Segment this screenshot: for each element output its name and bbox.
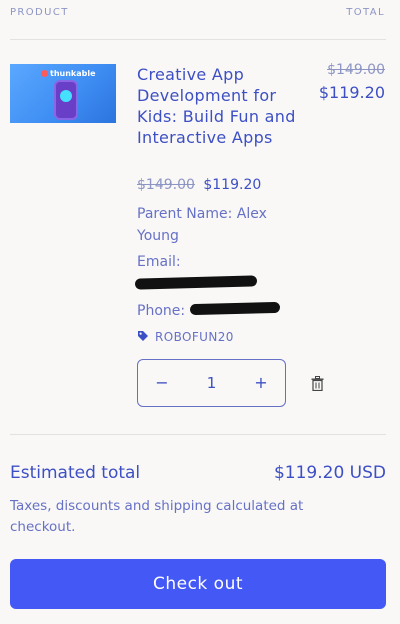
discount-badge: ROBOFUN20 [137, 330, 234, 344]
discount-code: ROBOFUN20 [155, 330, 234, 344]
product-column-label: PRODUCT [10, 7, 69, 18]
total-column-label: TOTAL [346, 7, 385, 18]
email-property: Email: [137, 254, 181, 270]
phone-illustration-icon [56, 82, 76, 118]
thumbnail-logo-text: thunkable [50, 69, 96, 78]
redaction-mark-email [134, 275, 258, 290]
line-total-price: $119.20 [318, 83, 385, 102]
estimated-total-label: Estimated total [10, 463, 141, 483]
checkout-button[interactable]: Check out [10, 559, 386, 609]
product-title[interactable]: Creative App Development for Kids: Build… [137, 64, 297, 148]
header-divider [10, 39, 386, 40]
parent-name-property: Parent Name: Alex Young [137, 206, 267, 244]
tax-shipping-note: Taxes, discounts and shipping calculated… [10, 498, 304, 535]
unit-price: $149.00 $119.20 [137, 177, 261, 193]
estimated-total-value: $119.20 USD [273, 463, 386, 483]
line-original-price: $149.00 [327, 62, 385, 78]
brand-logo-icon [41, 70, 48, 77]
tag-icon [138, 331, 148, 341]
increase-quantity-button[interactable]: + [237, 360, 285, 406]
product-thumbnail[interactable]: thunkable [10, 64, 116, 123]
redaction-mark-phone [189, 301, 281, 316]
trash-icon[interactable] [311, 376, 324, 391]
quantity-stepper[interactable]: − 1 + [137, 359, 286, 407]
unit-sale-price: $119.20 [203, 177, 262, 193]
summary-divider [10, 434, 386, 435]
quantity-input[interactable]: 1 [186, 360, 237, 406]
decrease-quantity-button[interactable]: − [138, 360, 186, 406]
unit-original-price: $149.00 [137, 177, 195, 193]
cart-header: PRODUCT TOTAL [10, 7, 385, 21]
